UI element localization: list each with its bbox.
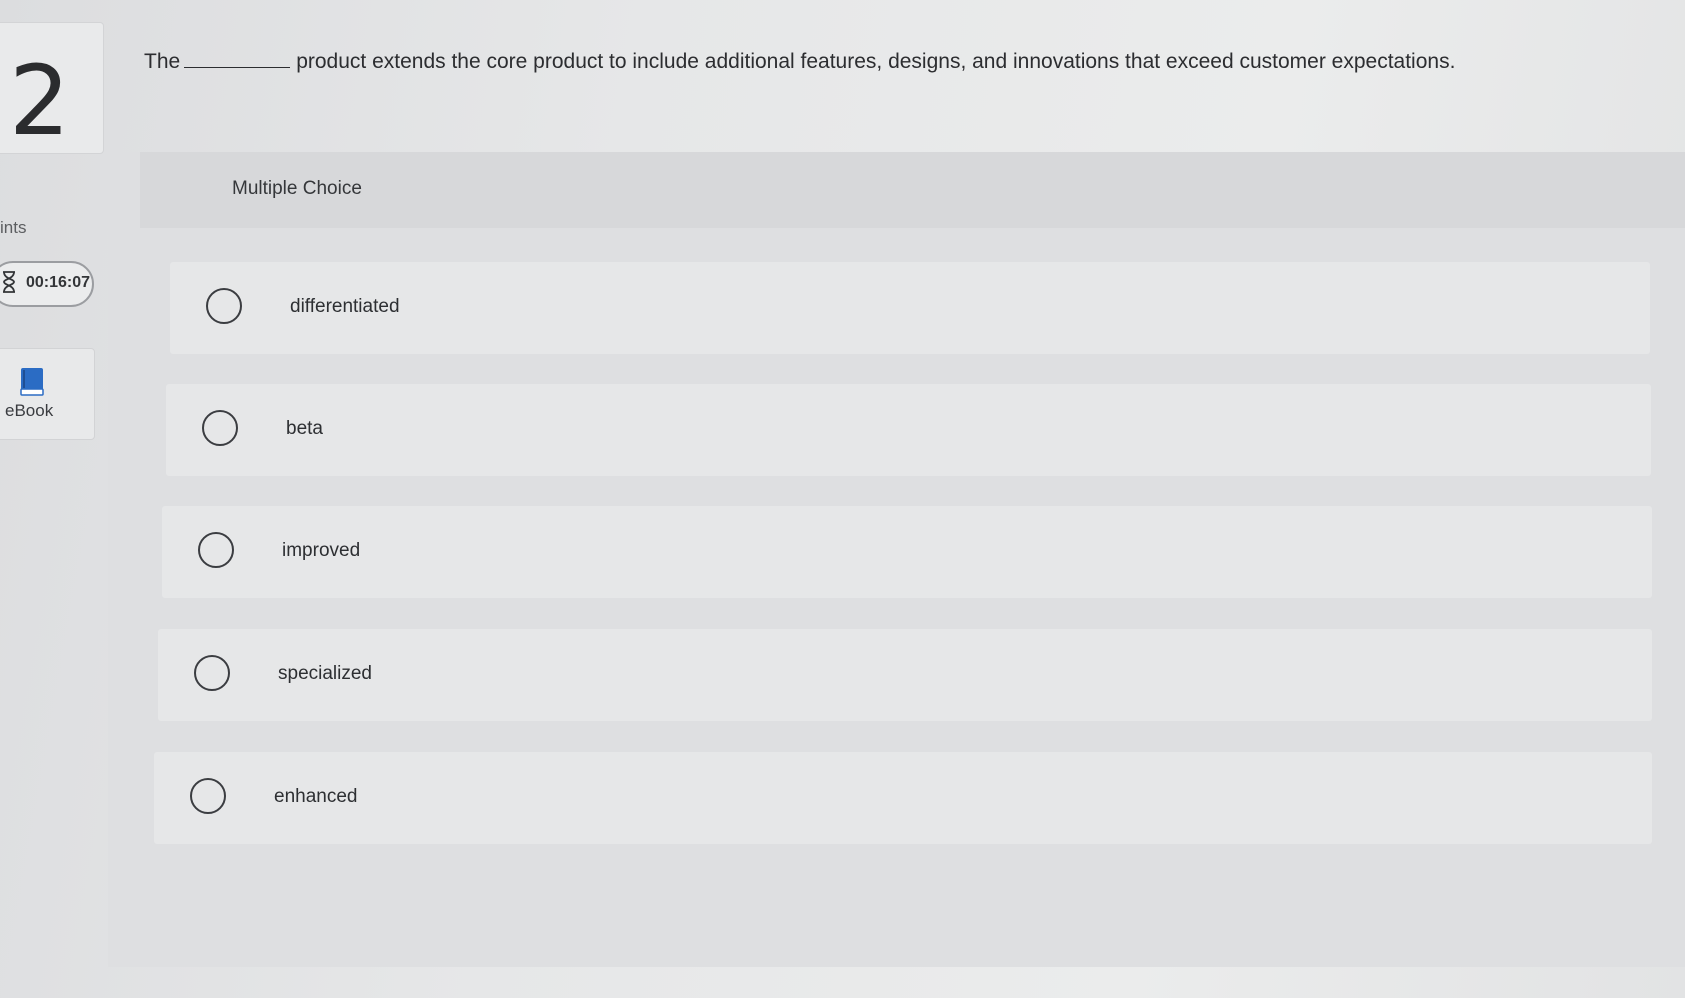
answer-option-label: beta	[286, 418, 323, 439]
radio-button[interactable]	[190, 778, 226, 814]
answer-option-label: improved	[282, 540, 361, 561]
answer-option[interactable]: specialized	[158, 629, 1652, 721]
radio-button[interactable]	[198, 532, 234, 568]
radio-button[interactable]	[206, 288, 242, 324]
answer-option-label: differentiated	[290, 296, 400, 317]
timer: 00:16:07	[0, 261, 94, 307]
answer-panel-header: Multiple Choice	[140, 152, 1685, 228]
answer-option[interactable]: improved	[162, 506, 1652, 598]
points-label: ints	[0, 218, 27, 237]
answer-option-label: enhanced	[274, 786, 358, 807]
ebook-label: eBook	[5, 401, 54, 420]
question-number: 2	[9, 45, 71, 157]
answer-option[interactable]: differentiated	[170, 262, 1650, 354]
question-number-box: 2	[0, 22, 104, 154]
book-icon	[20, 368, 44, 396]
question-text-end: product extends the core product to incl…	[296, 50, 1456, 73]
answer-option[interactable]: beta	[166, 384, 1651, 476]
radio-button[interactable]	[194, 655, 230, 691]
hourglass-icon	[3, 271, 15, 293]
timer-value: 00:16:07	[26, 274, 91, 291]
question-text-start: The	[144, 50, 181, 73]
answer-panel: Multiple Choice differentiated beta impr…	[108, 152, 1685, 967]
answer-option-label: specialized	[278, 663, 372, 684]
answer-option[interactable]: enhanced	[154, 752, 1652, 844]
radio-button[interactable]	[202, 410, 238, 446]
question-type-label: Multiple Choice	[232, 178, 362, 199]
question-text: The product extends the core product to i…	[144, 50, 1674, 74]
ebook-button[interactable]: eBook	[0, 348, 95, 440]
answer-blank	[184, 66, 291, 68]
